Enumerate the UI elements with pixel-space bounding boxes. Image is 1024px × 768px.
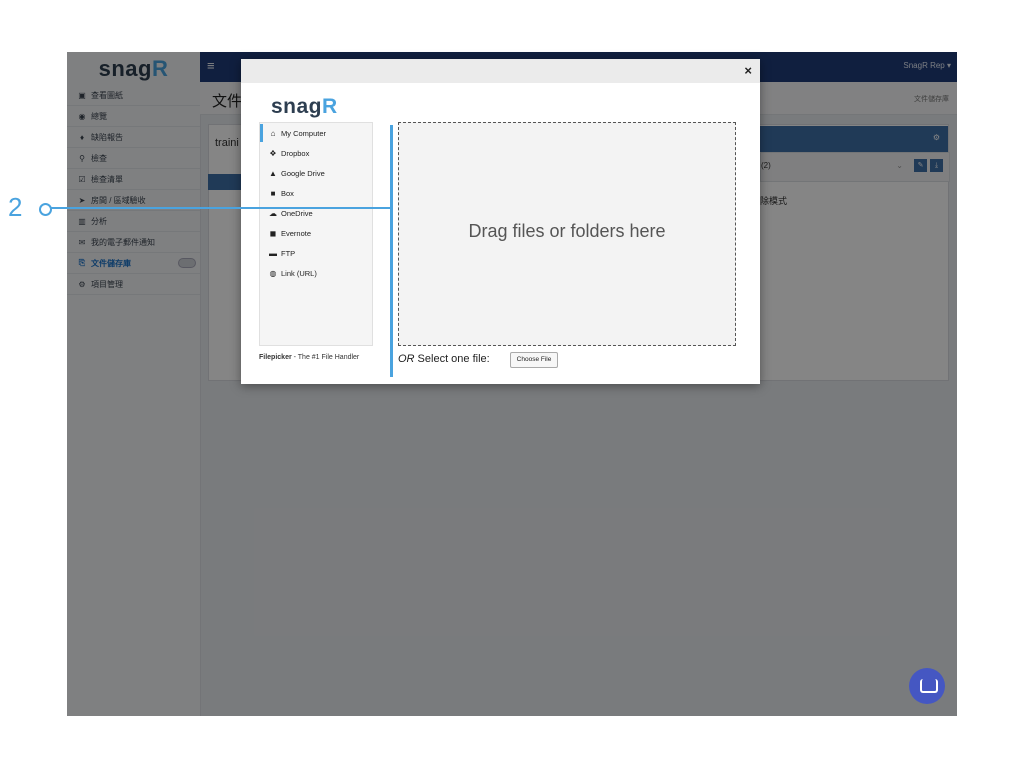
onedrive-icon: ☁	[269, 208, 277, 218]
source-label: My Computer	[281, 128, 327, 138]
source-dropbox[interactable]: ❖ Dropbox	[260, 143, 372, 163]
link-icon: ◍	[269, 268, 277, 278]
source-link-url[interactable]: ◍ Link (URL)	[260, 263, 372, 283]
source-onedrive[interactable]: ☁ OneDrive	[260, 203, 372, 223]
annotation-line	[48, 207, 391, 209]
annotation-number: 2	[8, 192, 23, 222]
box-icon: ■	[270, 188, 276, 198]
or-text: OR	[398, 353, 415, 365]
source-label: Link (URL)	[281, 268, 317, 278]
annotation-bar	[390, 125, 393, 377]
evernote-icon: ◼	[269, 228, 277, 238]
source-label: OneDrive	[281, 208, 313, 218]
source-ftp[interactable]: ▬ FTP	[260, 243, 372, 263]
select-text: Select one file:	[414, 353, 490, 365]
logo-text: snag	[271, 95, 323, 118]
logo-r: R	[322, 95, 338, 118]
footer-brand: Filepicker - The #1 File Handler	[259, 354, 359, 361]
source-my-computer[interactable]: ⌂ My Computer	[260, 123, 372, 143]
chat-icon	[920, 679, 938, 693]
file-dropzone[interactable]: Drag files or folders here	[398, 122, 736, 346]
ftp-icon: ▬	[269, 248, 277, 258]
annotation-dot	[39, 203, 52, 216]
chat-launcher[interactable]	[909, 668, 945, 704]
dropzone-label: Drag files or folders here	[468, 221, 666, 241]
source-list: ⌂ My Computer ❖ Dropbox ▲ Google Drive ■ Box…	[259, 122, 373, 346]
source-google-drive[interactable]: ▲ Google Drive	[260, 163, 372, 183]
select-file-label: OR Select one file:	[398, 353, 490, 365]
source-evernote[interactable]: ◼ Evernote	[260, 223, 372, 243]
modal-header: ×	[241, 59, 760, 83]
google-drive-icon: ▲	[269, 168, 277, 178]
footer-tagline: - The #1 File Handler	[291, 354, 360, 361]
modal-logo: snagR	[271, 95, 338, 119]
choose-file-button[interactable]: Choose File	[510, 352, 558, 368]
home-icon: ⌂	[270, 128, 276, 138]
dropbox-icon: ❖	[269, 148, 277, 158]
close-icon[interactable]: ×	[744, 63, 752, 78]
source-label: FTP	[281, 248, 296, 258]
source-label: Google Drive	[281, 168, 325, 178]
source-box[interactable]: ■ Box	[260, 183, 372, 203]
file-picker-modal: × snagR ⌂ My Computer ❖ Dropbox ▲ Google Dr…	[241, 59, 760, 384]
source-label: Evernote	[281, 228, 312, 238]
source-label: Box	[281, 188, 294, 198]
footer-brand-name: Filepicker	[259, 354, 292, 361]
source-label: Dropbox	[281, 148, 310, 158]
